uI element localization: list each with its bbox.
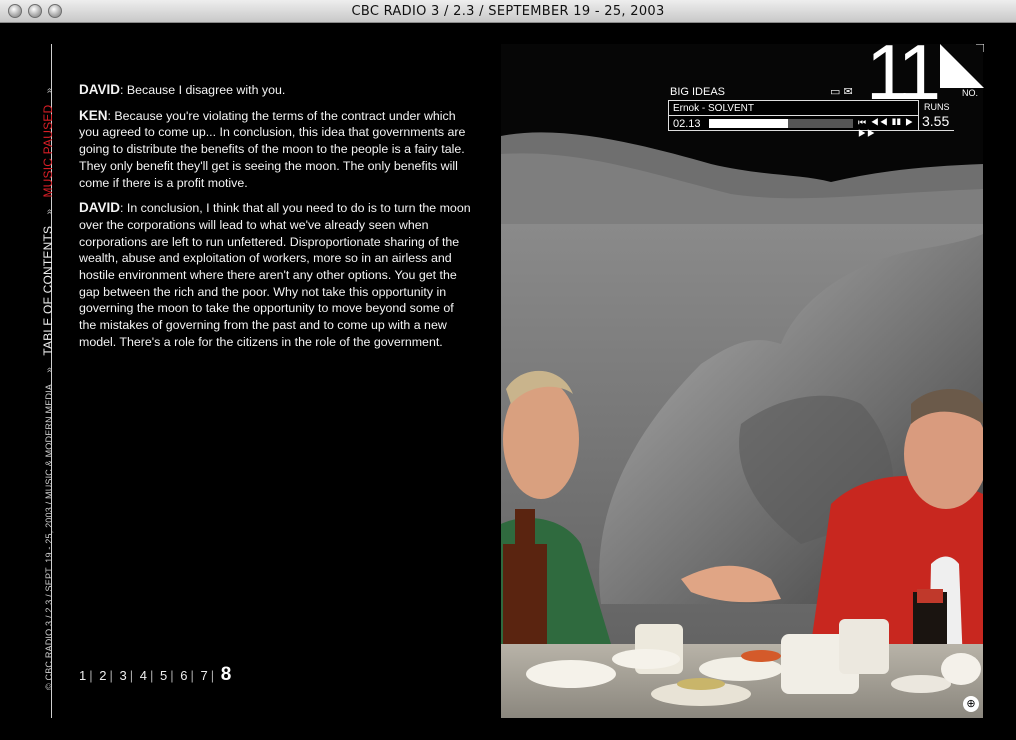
page-separator: | [149,668,154,683]
moon-dinner-photo [501,44,983,718]
page-link-6[interactable]: 6 [180,668,187,683]
page-separator: | [109,668,113,683]
transcript-paragraph: DAVID: In conclusion, I think that all y… [79,200,474,350]
page-curl-icon[interactable] [940,44,984,88]
table-of-contents-link[interactable]: TABLE OF CONTENTS [41,226,55,356]
folder-icon[interactable]: ▭ [830,86,840,98]
page-link-5[interactable]: 5 [160,668,167,683]
photo-illustration [501,44,983,718]
vertical-nav: © CBC RADIO 3 / 2.3 / SEPT. 19 - 25, 200… [41,80,55,690]
runs-label: RUNS [924,102,950,112]
page-separator: | [89,668,93,683]
issue-number: 11 [866,28,941,116]
page-current: 8 [220,664,232,685]
pagination: 1 | 2 | 3 | 4 | 5 | 6 | 7 | 8 [79,664,234,686]
chevron-separator-icon: » [44,87,55,94]
issue-no-label: NO. [962,88,979,98]
page-link-2[interactable]: 2 [99,668,106,683]
track-time: 02.13 [673,118,701,130]
speech-text: : Because I disagree with you. [120,83,286,97]
transcript-paragraph: KEN: Because you're violating the terms … [79,108,474,192]
page-link-4[interactable]: 4 [140,668,147,683]
chevron-separator-icon: » [44,208,55,215]
progress-bar[interactable] [709,119,853,128]
page-link-3[interactable]: 3 [120,668,127,683]
page-link-7[interactable]: 7 [201,668,208,683]
player-controls[interactable]: ⏮ ◀◀ ❚❚ ▶ ▶▶ [858,117,918,139]
transcript: DAVID: Because I disagree with you. KEN:… [79,82,474,360]
window-titlebar[interactable]: CBC RADIO 3 / 2.3 / SEPTEMBER 19 - 25, 2… [0,0,1016,23]
music-paused-toggle[interactable]: MUSIC PAUSED [41,105,55,198]
speaker-name: DAVID [79,200,121,216]
section-title: BIG IDEAS [670,86,726,98]
page-separator: | [190,668,194,683]
speaker-name: DAVID [79,82,121,97]
mail-icon[interactable]: ✉ [843,86,852,98]
speaker-name: KEN [79,107,108,123]
player-icons: ▭ ✉ [830,85,853,98]
music-player: Ernok - SOLVENT 02.13 ⏮ ◀◀ ❚❚ ▶ ▶▶ [668,100,919,138]
window-title: CBC RADIO 3 / 2.3 / SEPTEMBER 19 - 25, 2… [351,4,665,19]
transcript-paragraph: DAVID: Because I disagree with you. [79,82,474,99]
speech-text: : Because you're violating the terms of … [79,108,466,190]
chevron-separator-icon: » [44,366,55,373]
globe-icon[interactable]: ⊕ [963,696,979,712]
page-separator: | [210,668,215,683]
player-divider [669,115,918,116]
copyright-text: © CBC RADIO 3 / 2.3 / SEPT. 19 - 25, 200… [44,383,54,690]
runs-value: 3.55 [922,113,950,129]
progress-fill [709,119,789,128]
page-link-1[interactable]: 1 [79,668,86,683]
page-separator: | [170,668,174,683]
speech-text: : In conclusion, I think that all you ne… [79,201,471,349]
track-name: Ernok - SOLVENT [673,103,754,114]
page-separator: | [129,668,134,683]
